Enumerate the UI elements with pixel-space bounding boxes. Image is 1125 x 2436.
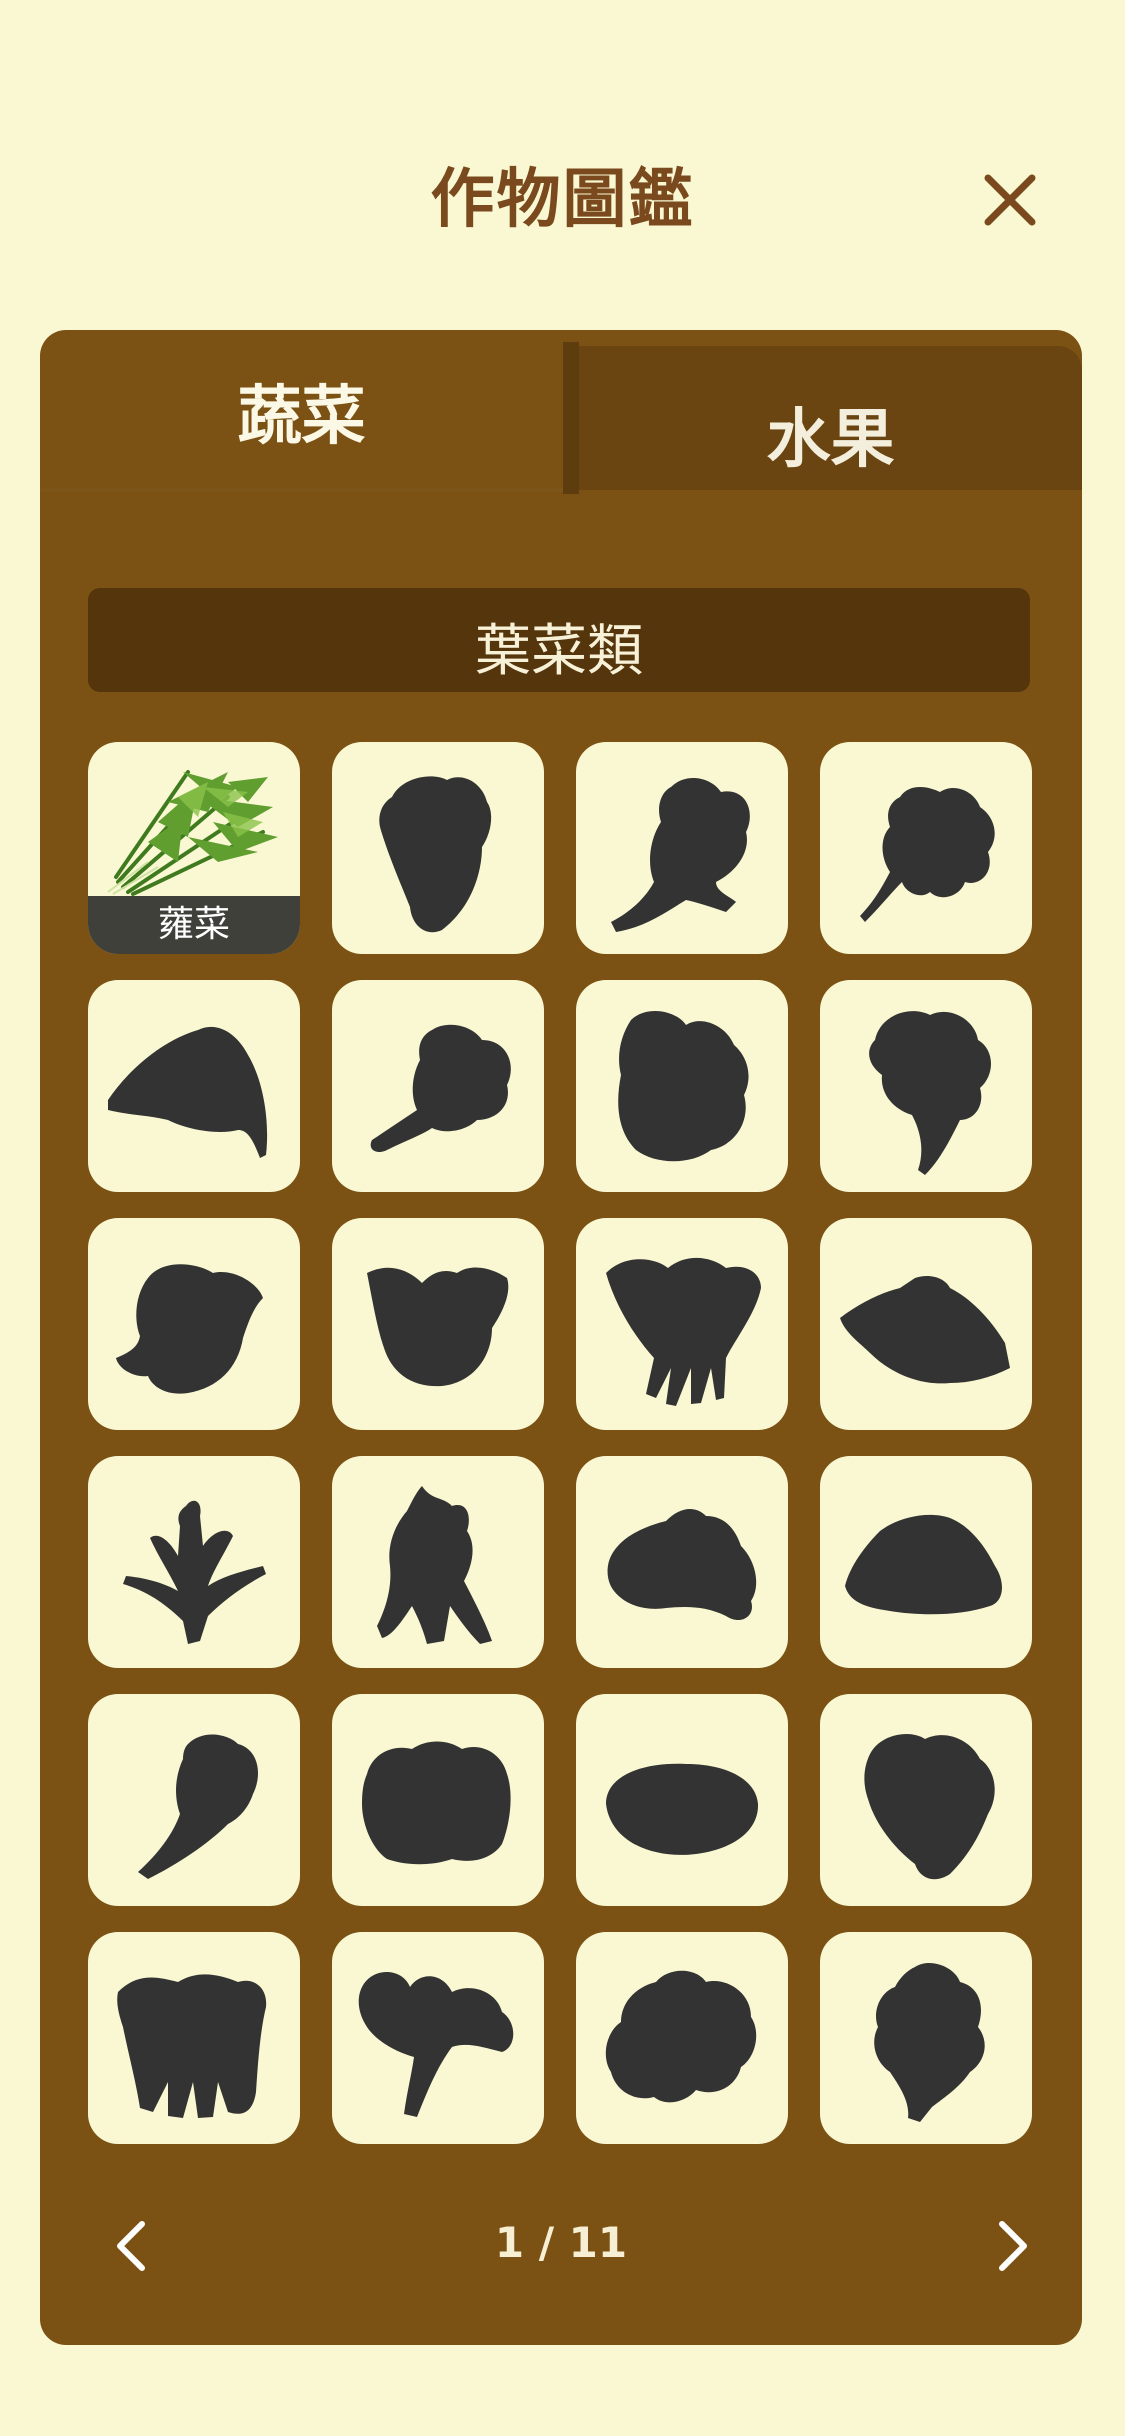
locked-vegetable-silhouette-icon	[606, 1763, 759, 1855]
locked-vegetable-silhouette-icon	[116, 1264, 263, 1394]
crop-card-locked[interactable]	[820, 980, 1032, 1192]
crop-card-locked[interactable]	[576, 1694, 788, 1906]
locked-vegetable-silhouette-icon	[362, 1741, 511, 1865]
chevron-right-icon	[999, 2221, 1027, 2271]
locked-vegetable-silhouette-icon	[845, 1514, 1002, 1615]
crop-card-locked[interactable]	[88, 980, 300, 1192]
locked-vegetable-silhouette-icon	[874, 1962, 985, 2122]
category-label: 葉菜類	[475, 619, 643, 684]
crop-card-locked[interactable]	[88, 1456, 300, 1668]
tab-vegetable[interactable]: 蔬菜	[40, 330, 563, 492]
close-icon	[984, 174, 1036, 226]
locked-vegetable-silhouette-icon	[840, 1276, 1010, 1384]
locked-vegetable-silhouette-icon	[605, 1970, 757, 2103]
locked-vegetable-silhouette-icon	[108, 1026, 268, 1158]
tab-fruit-label: 水果	[766, 403, 895, 477]
tab-fruit[interactable]: 水果	[563, 342, 1082, 494]
locked-vegetable-silhouette-icon	[358, 1972, 514, 2117]
locked-vegetable-silhouette-icon	[869, 1011, 992, 1175]
locked-vegetable-silhouette-icon	[860, 787, 995, 922]
locked-vegetable-silhouette-icon	[138, 1734, 258, 1879]
page-title: 作物圖鑑	[430, 163, 695, 237]
locked-vegetable-silhouette-icon	[377, 1486, 492, 1644]
encyclopedia-panel: 水果 蔬菜 葉菜類 蕹菜 1 / 11	[40, 330, 1082, 2345]
close-button[interactable]	[978, 168, 1042, 232]
crop-card-locked[interactable]	[576, 1456, 788, 1668]
crop-card-locked[interactable]	[332, 980, 544, 1192]
crop-card-locked[interactable]	[820, 1694, 1032, 1906]
locked-vegetable-silhouette-icon	[606, 1257, 761, 1406]
crop-grid: 蕹菜	[88, 742, 1032, 2144]
crop-card-locked[interactable]	[820, 1456, 1032, 1668]
crop-card-locked[interactable]	[332, 742, 544, 954]
crop-card-locked[interactable]	[576, 1218, 788, 1430]
locked-vegetable-silhouette-icon	[117, 1974, 267, 2118]
locked-vegetable-silhouette-icon	[607, 1509, 757, 1621]
crop-card-locked[interactable]	[820, 742, 1032, 954]
page-indicator: 1 / 11	[494, 2218, 628, 2267]
locked-vegetable-silhouette-icon	[123, 1500, 266, 1644]
crop-card-locked[interactable]	[332, 1456, 544, 1668]
crop-card-locked[interactable]	[576, 980, 788, 1192]
locked-vegetable-silhouette-icon	[367, 1267, 509, 1387]
category-header: 葉菜類	[88, 588, 1030, 692]
crop-name: 蕹菜	[88, 896, 300, 954]
tab-vegetable-label: 蔬菜	[237, 380, 366, 454]
crop-card-water-spinach[interactable]: 蕹菜	[88, 742, 300, 954]
crop-card-locked[interactable]	[332, 1694, 544, 1906]
locked-vegetable-silhouette-icon	[379, 776, 492, 933]
crop-card-locked[interactable]	[88, 1694, 300, 1906]
crop-card-locked[interactable]	[576, 1932, 788, 2144]
locked-vegetable-silhouette-icon	[618, 1010, 749, 1162]
crop-card-locked[interactable]	[332, 1218, 544, 1430]
crop-card-locked[interactable]	[88, 1932, 300, 2144]
crop-card-locked[interactable]	[820, 1218, 1032, 1430]
crop-card-locked[interactable]	[332, 1932, 544, 2144]
locked-vegetable-silhouette-icon	[370, 1024, 511, 1152]
crop-card-locked[interactable]	[820, 1932, 1032, 2144]
locked-vegetable-silhouette-icon	[611, 777, 750, 932]
next-page-button[interactable]	[982, 2210, 1042, 2280]
locked-vegetable-silhouette-icon	[864, 1734, 995, 1880]
crop-card-locked[interactable]	[88, 1218, 300, 1430]
crop-card-locked[interactable]	[576, 742, 788, 954]
